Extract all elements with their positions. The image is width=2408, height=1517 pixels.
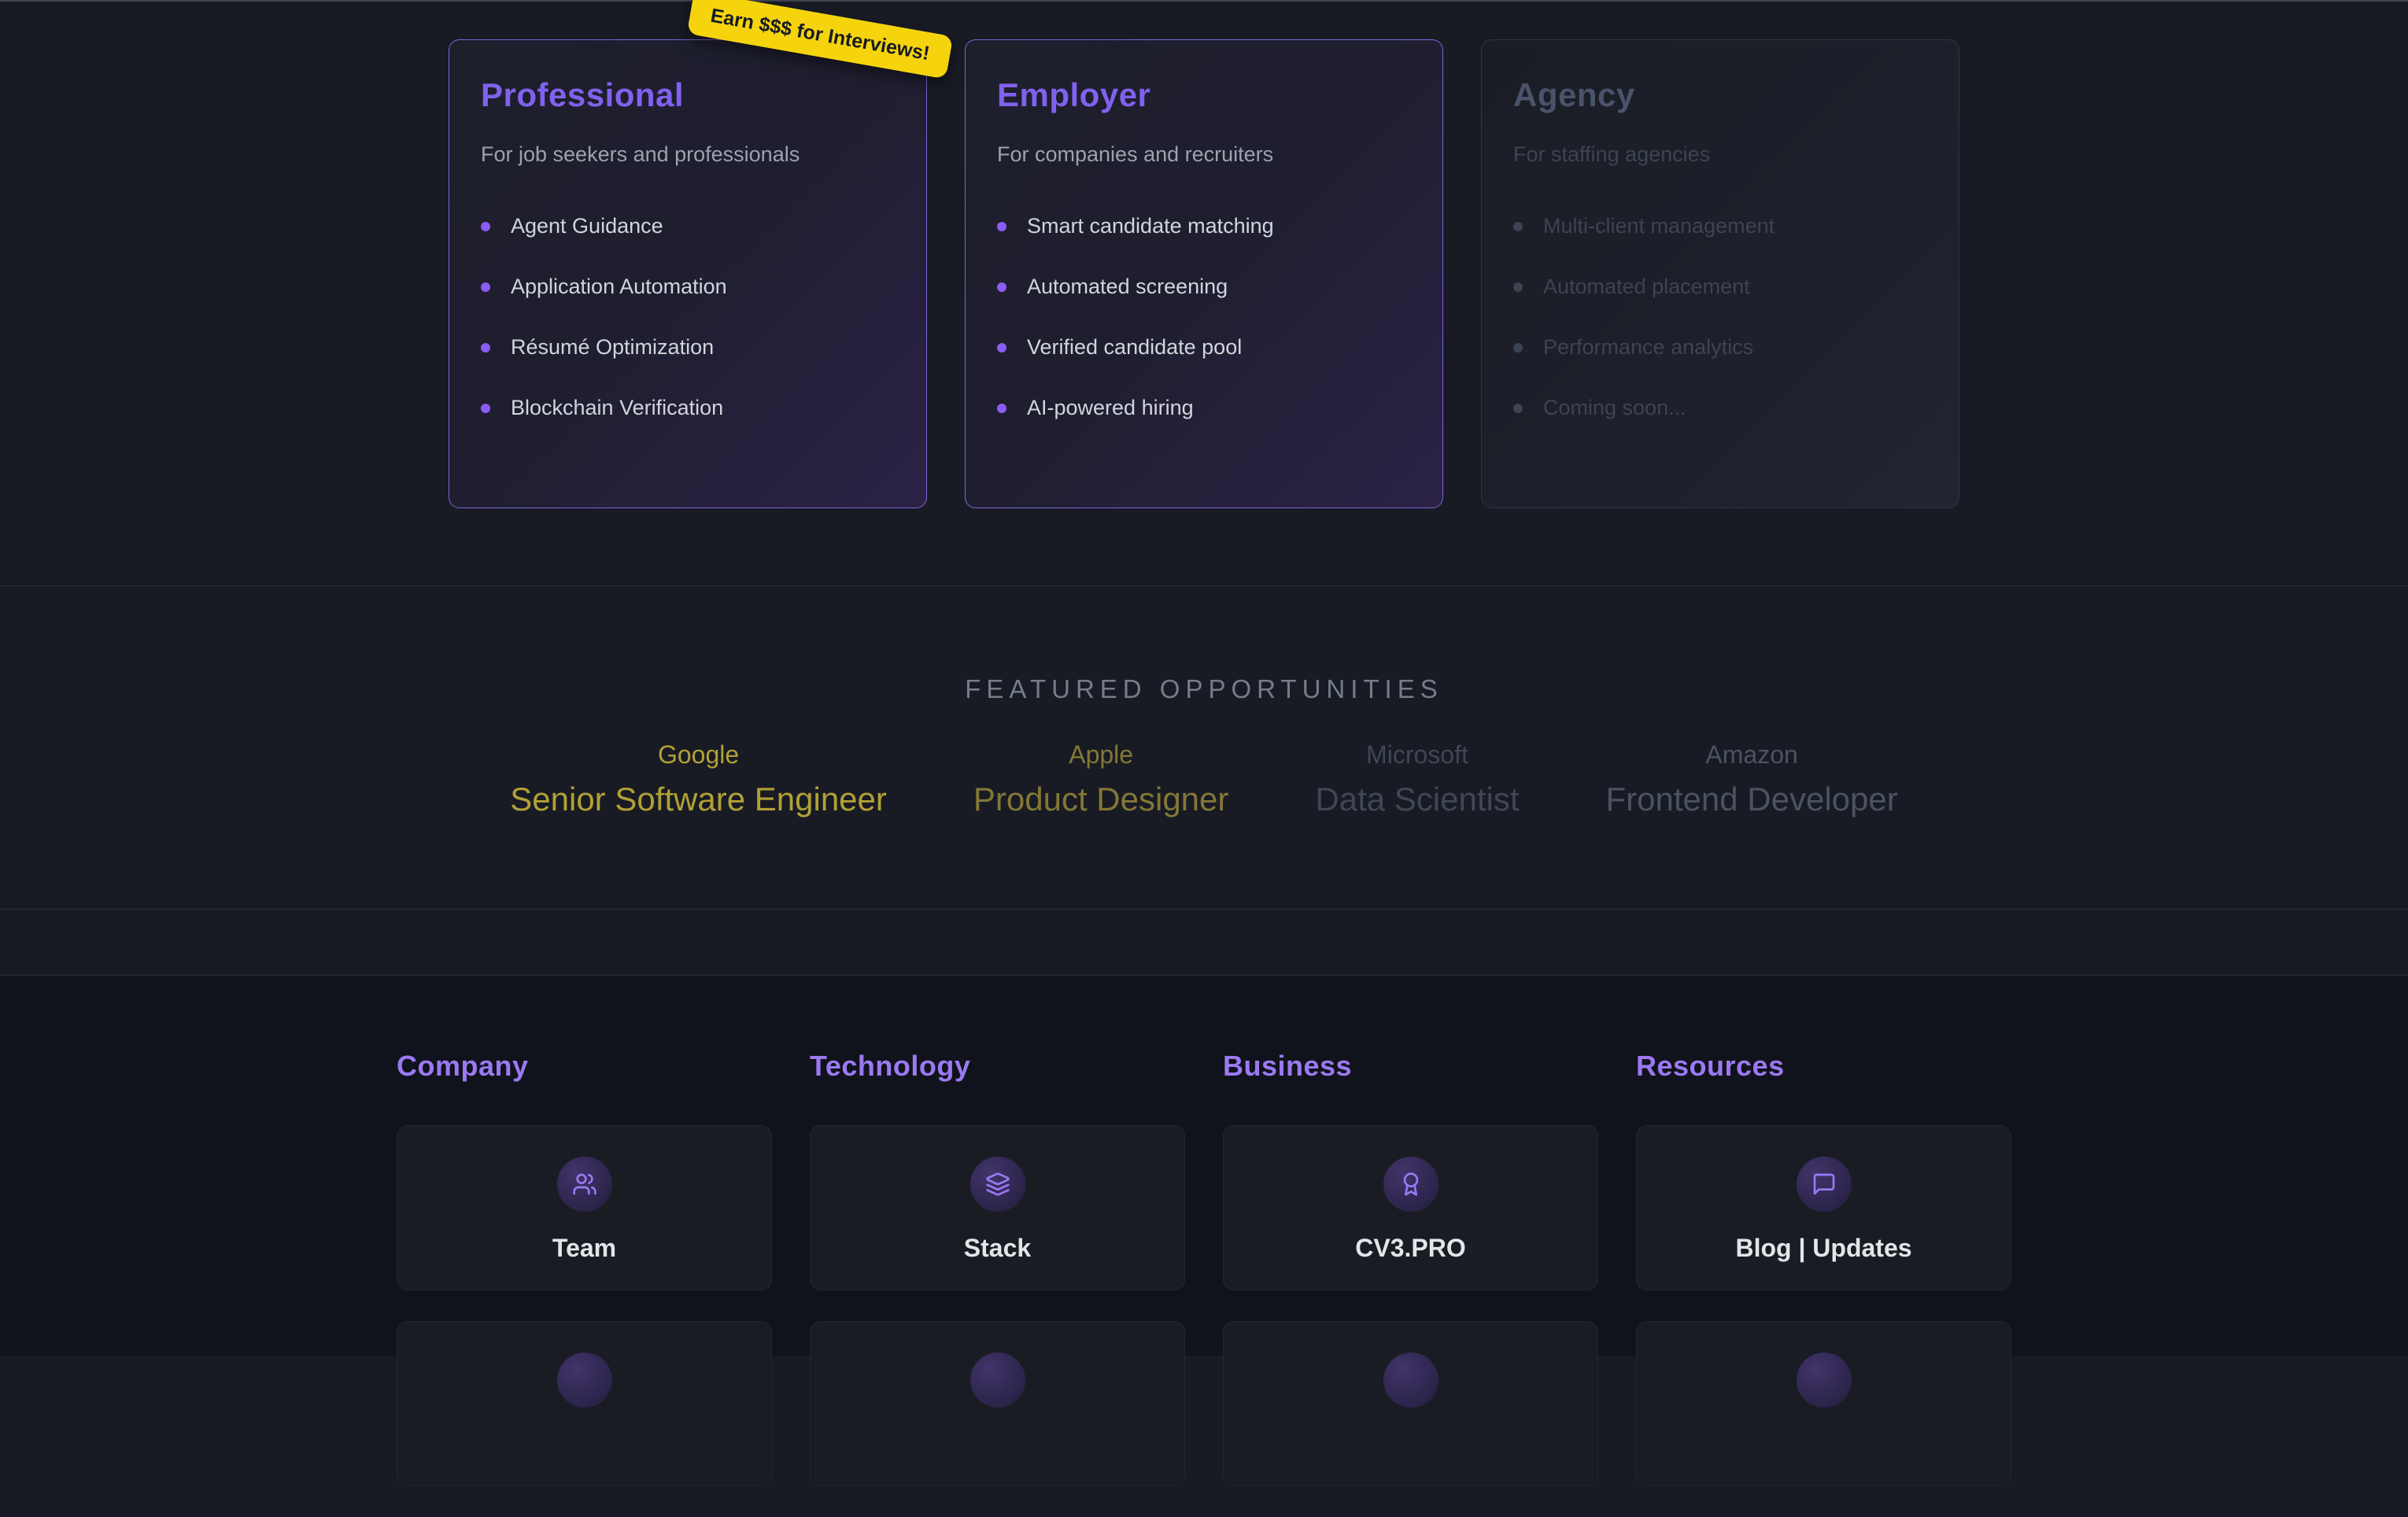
job-item-amazon: Amazon Frontend Developer (1606, 740, 1898, 818)
job-title: Frontend Developer (1606, 781, 1898, 818)
footer-card-team[interactable]: Team (397, 1125, 772, 1290)
feature-item: Blockchain Verification (481, 396, 895, 420)
plan-subtitle: For staffing agencies (1513, 142, 1927, 167)
job-title: Data Scientist (1315, 781, 1519, 818)
featured-heading: FEATURED OPPORTUNITIES (0, 674, 2408, 704)
earn-for-interviews-badge: Earn $$$ for Interviews! (687, 0, 954, 79)
feature-item: Automated placement (1513, 275, 1927, 299)
bullet-icon (1513, 343, 1523, 352)
feature-label: Résumé Optimization (511, 335, 714, 360)
job-item-microsoft: Microsoft Data Scientist (1315, 740, 1519, 818)
feature-item: Performance analytics (1513, 335, 1927, 360)
feature-item: Smart candidate matching (997, 214, 1411, 238)
bullet-icon (1513, 222, 1523, 231)
footer-card-label: CV3.PRO (1355, 1234, 1465, 1263)
plan-title: Professional (481, 76, 895, 114)
feature-item: Application Automation (481, 275, 895, 299)
feature-item: Verified candidate pool (997, 335, 1411, 360)
feature-item: Multi-client management (1513, 214, 1927, 238)
hidden-icon (1383, 1353, 1439, 1408)
bullet-icon (997, 404, 1006, 413)
hidden-icon (557, 1353, 612, 1408)
job-title: Product Designer (973, 781, 1229, 818)
feature-label: Multi-client management (1543, 214, 1775, 238)
bullet-icon (481, 282, 490, 292)
bullet-icon (481, 222, 490, 231)
footer-column-company: Company Team (397, 1050, 772, 1517)
feature-label: Automated placement (1543, 275, 1750, 299)
plan-subtitle: For job seekers and professionals (481, 142, 895, 167)
job-company: Microsoft (1315, 740, 1519, 770)
pricing-section: Earn $$$ for Interviews! Professional Fo… (0, 0, 2408, 586)
bullet-icon (997, 343, 1006, 352)
bullet-icon (481, 404, 490, 413)
feature-label: Agent Guidance (511, 214, 663, 238)
plan-card-employer[interactable]: Employer For companies and recruiters Sm… (965, 39, 1443, 508)
footer-card-cv3pro[interactable]: CV3.PRO (1223, 1125, 1598, 1290)
footer-card-stack[interactable]: Stack (810, 1125, 1185, 1290)
footer-heading: Technology (810, 1050, 1185, 1083)
plans-row: Earn $$$ for Interviews! Professional Fo… (0, 39, 2408, 508)
plan-subtitle: For companies and recruiters (997, 142, 1411, 167)
plan-features: Smart candidate matching Automated scree… (997, 214, 1411, 420)
feature-item: Résumé Optimization (481, 335, 895, 360)
bullet-icon (1513, 404, 1523, 413)
hidden-icon (1797, 1353, 1852, 1408)
footer-column-business: Business CV3.PRO (1223, 1050, 1598, 1517)
footer-card-partial[interactable] (1636, 1321, 2011, 1486)
footer-card-blog-updates[interactable]: Blog | Updates (1636, 1125, 2011, 1290)
job-company: Amazon (1606, 740, 1898, 770)
feature-item: Coming soon... (1513, 396, 1927, 420)
section-spacer (0, 910, 2408, 976)
job-item-google: Google Senior Software Engineer (510, 740, 887, 818)
feature-label: Application Automation (511, 275, 727, 299)
feature-item: Automated screening (997, 275, 1411, 299)
plan-features: Agent Guidance Application Automation Ré… (481, 214, 895, 420)
layers-icon (970, 1157, 1025, 1212)
feature-item: AI-powered hiring (997, 396, 1411, 420)
footer-card-label: Stack (964, 1234, 1031, 1263)
job-item-apple: Apple Product Designer (973, 740, 1229, 818)
site-footer: Company Team Technology Stack (0, 976, 2408, 1356)
featured-jobs-row: Google Senior Software Engineer Apple Pr… (0, 740, 2408, 818)
feature-label: Verified candidate pool (1027, 335, 1242, 360)
feature-label: Coming soon... (1543, 396, 1686, 420)
footer-card-partial[interactable] (1223, 1321, 1598, 1486)
award-icon (1383, 1157, 1439, 1212)
plan-title: Agency (1513, 76, 1927, 114)
plan-card-agency: Agency For staffing agencies Multi-clien… (1481, 39, 1959, 508)
bullet-icon (481, 343, 490, 352)
feature-label: Blockchain Verification (511, 396, 723, 420)
bullet-icon (997, 282, 1006, 292)
plan-card-professional[interactable]: Earn $$$ for Interviews! Professional Fo… (449, 39, 927, 508)
feature-label: Smart candidate matching (1027, 214, 1274, 238)
feature-label: Automated screening (1027, 275, 1228, 299)
footer-card-partial[interactable] (397, 1321, 772, 1486)
hidden-icon (970, 1353, 1025, 1408)
plan-title: Employer (997, 76, 1411, 114)
feature-label: AI-powered hiring (1027, 396, 1194, 420)
feature-item: Agent Guidance (481, 214, 895, 238)
plan-features: Multi-client management Automated placem… (1513, 214, 1927, 420)
bullet-icon (997, 222, 1006, 231)
job-title: Senior Software Engineer (510, 781, 887, 818)
footer-heading: Business (1223, 1050, 1598, 1083)
job-company: Apple (973, 740, 1229, 770)
footer-card-label: Team (552, 1234, 616, 1263)
feature-label: Performance analytics (1543, 335, 1753, 360)
message-square-icon (1797, 1157, 1852, 1212)
users-icon (557, 1157, 612, 1212)
job-company: Google (510, 740, 887, 770)
footer-card-label: Blog | Updates (1735, 1234, 1911, 1263)
featured-opportunities-section: FEATURED OPPORTUNITIES Google Senior Sof… (0, 586, 2408, 910)
footer-card-partial[interactable] (810, 1321, 1185, 1486)
bullet-icon (1513, 282, 1523, 292)
footer-heading: Resources (1636, 1050, 2011, 1083)
footer-heading: Company (397, 1050, 772, 1083)
footer-column-technology: Technology Stack (810, 1050, 1185, 1517)
footer-column-resources: Resources Blog | Updates (1636, 1050, 2011, 1517)
footer-grid: Company Team Technology Stack (397, 1050, 2011, 1517)
